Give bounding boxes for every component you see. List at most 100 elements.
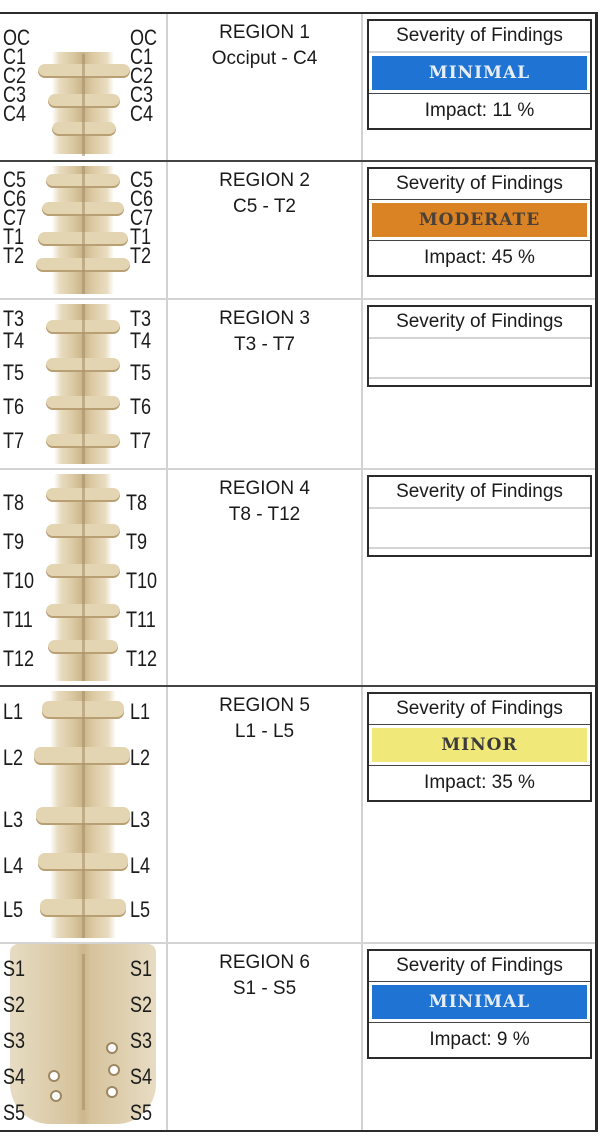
impact-value: Impact: 35 %: [424, 772, 535, 793]
severity-badge-empty: [369, 509, 590, 549]
severity-box: Severity of Findings: [367, 305, 592, 387]
vertebra-label: C4: [130, 101, 154, 126]
vertebra-label: S2: [130, 992, 153, 1017]
spine-image-cell: T8 T9 T10 T11 T12 T8 T9 T10 T11 T12: [0, 470, 168, 685]
vertebra-label: L2: [3, 745, 24, 770]
region-title: REGION 1: [219, 22, 310, 43]
region-range: T3 - T7: [234, 334, 295, 355]
vertebra-labels-left: S1 S2 S3 S4 S5: [3, 956, 36, 1130]
vertebra-labels-left: T3 T4 T5 T6 T7: [3, 308, 36, 468]
vertebra-label: L1: [130, 699, 151, 724]
vertebra-label: T7: [3, 428, 25, 453]
severity-heading: Severity of Findings: [369, 951, 590, 982]
vertebra-label: L4: [130, 853, 151, 878]
impact-value: Impact: 45 %: [424, 247, 535, 268]
region-info-cell: REGION 2 C5 - T2: [168, 162, 363, 298]
spine-image-cell: C5 C6 C7 T1 T2 C5 C6 C7 T1 T2: [0, 162, 168, 298]
spine-findings-table: OC C1 C2 C3 C4 OC C1 C2 C3 C4 REGION 1 O…: [0, 12, 598, 1132]
severity-heading: Severity of Findings: [369, 307, 590, 339]
vertebra-label: S3: [130, 1028, 153, 1053]
vertebra-label: T3: [130, 306, 152, 331]
vertebra-label: S1: [3, 956, 26, 981]
vertebra-labels-right: L1 L2 L3 L4 L5: [130, 699, 163, 942]
vertebra-label: T5: [3, 360, 25, 385]
region-row-1: OC C1 C2 C3 C4 OC C1 C2 C3 C4 REGION 1 O…: [0, 14, 595, 162]
vertebra-label: T12: [126, 646, 158, 671]
vertebra-label: S1: [130, 956, 153, 981]
severity-cell: Severity of Findings MINOR Impact: 35 %: [363, 687, 595, 942]
impact-value: Impact: 11 %: [424, 100, 535, 121]
vertebra-label: C4: [3, 101, 27, 126]
impact-value: Impact: 9 %: [429, 1029, 530, 1050]
region-range: C5 - T2: [232, 196, 296, 217]
severity-cell: Severity of Findings MINIMAL Impact: 11 …: [363, 14, 595, 160]
vertebra-labels-right: S1 S2 S3 S4 S5: [130, 956, 163, 1130]
region-row-5: L1 L2 L3 L4 L5 L1 L2 L3 L4 L5 REGION 5 L…: [0, 687, 595, 944]
region-range: L1 - L5: [234, 721, 295, 742]
vertebra-labels-left: L1 L2 L3 L4 L5: [3, 699, 36, 942]
vertebra-label: T9: [3, 529, 25, 554]
severity-heading: Severity of Findings: [369, 169, 590, 200]
severity-box: Severity of Findings MINIMAL Impact: 9 %: [367, 949, 592, 1059]
region-title: REGION 5: [219, 695, 310, 716]
vertebra-label: T6: [130, 394, 152, 419]
severity-badge-minor: MINOR: [372, 728, 587, 762]
severity-badge-moderate: MODERATE: [372, 203, 587, 237]
vertebra-labels-left: OC C1 C2 C3 C4: [3, 27, 36, 160]
vertebra-label: S3: [3, 1028, 26, 1053]
vertebra-label: L3: [3, 807, 24, 832]
vertebra-label: T9: [126, 529, 148, 554]
vertebra-label: T4: [3, 328, 25, 353]
region-title: REGION 3: [219, 308, 310, 329]
region-info-cell: REGION 5 L1 - L5: [168, 687, 363, 942]
lower-thoracic-spine-illustration: [42, 470, 124, 685]
vertebra-label: S5: [3, 1100, 26, 1125]
severity-cell: Severity of Findings MINIMAL Impact: 9 %: [363, 944, 595, 1130]
vertebra-label: L5: [3, 897, 24, 922]
vertebra-labels-right: T3 T4 T5 T6 T7: [130, 308, 163, 468]
cervicothoracic-spine-illustration: [36, 162, 130, 298]
vertebra-labels-left: C5 C6 C7 T1 T2: [3, 169, 36, 298]
region-range: T8 - T12: [228, 504, 301, 525]
spine-image-cell: L1 L2 L3 L4 L5 L1 L2 L3 L4 L5: [0, 687, 168, 942]
spine-image-cell: OC C1 C2 C3 C4 OC C1 C2 C3 C4: [0, 14, 168, 160]
region-title: REGION 2: [219, 170, 310, 191]
vertebra-label: L3: [130, 807, 151, 832]
vertebra-label: T10: [3, 568, 35, 593]
vertebra-label: S5: [130, 1100, 153, 1125]
vertebra-label: L5: [130, 897, 151, 922]
severity-box: Severity of Findings MODERATE Impact: 45…: [367, 167, 592, 277]
region-row-6: S1 S2 S3 S4 S5 S1 S2 S3 S4 S5 REGION 6 S…: [0, 944, 595, 1130]
vertebra-label: T4: [130, 328, 152, 353]
vertebra-label: T6: [3, 394, 25, 419]
region-title: REGION 4: [219, 478, 310, 499]
vertebra-label: T7: [130, 428, 152, 453]
severity-box: Severity of Findings MINIMAL Impact: 11 …: [367, 19, 592, 130]
vertebra-label: T11: [126, 607, 156, 632]
region-row-2: C5 C6 C7 T1 T2 C5 C6 C7 T1 T2 REGION 2 C…: [0, 162, 595, 300]
severity-cell: Severity of Findings MODERATE Impact: 45…: [363, 162, 595, 298]
vertebra-label: T3: [3, 306, 25, 331]
severity-heading: Severity of Findings: [369, 694, 590, 725]
vertebra-label: L2: [130, 745, 151, 770]
severity-badge-minimal: MINIMAL: [372, 985, 587, 1019]
region-title: REGION 6: [219, 952, 310, 973]
vertebra-label: T2: [130, 243, 152, 268]
vertebra-label: T5: [130, 360, 152, 385]
vertebra-label: L4: [3, 853, 24, 878]
region-range: S1 - S5: [232, 978, 297, 999]
region-row-4: T8 T9 T10 T11 T12 T8 T9 T10 T11 T12 REGI…: [0, 470, 595, 687]
vertebra-label: S2: [3, 992, 26, 1017]
vertebra-labels-right: OC C1 C2 C3 C4: [130, 27, 163, 160]
vertebra-label: T8: [126, 490, 148, 515]
severity-heading: Severity of Findings: [369, 477, 590, 509]
severity-badge-minimal: MINIMAL: [372, 56, 587, 90]
severity-box: Severity of Findings MINOR Impact: 35 %: [367, 692, 592, 802]
vertebra-label: T8: [3, 490, 25, 515]
vertebra-label: T11: [3, 607, 33, 632]
vertebra-labels-right: T8 T9 T10 T11 T12: [126, 490, 159, 685]
vertebra-label: S4: [130, 1064, 153, 1089]
vertebra-label: T10: [126, 568, 158, 593]
spine-image-cell: T3 T4 T5 T6 T7 T3 T4 T5 T6 T7: [0, 300, 168, 468]
severity-box: Severity of Findings: [367, 475, 592, 557]
